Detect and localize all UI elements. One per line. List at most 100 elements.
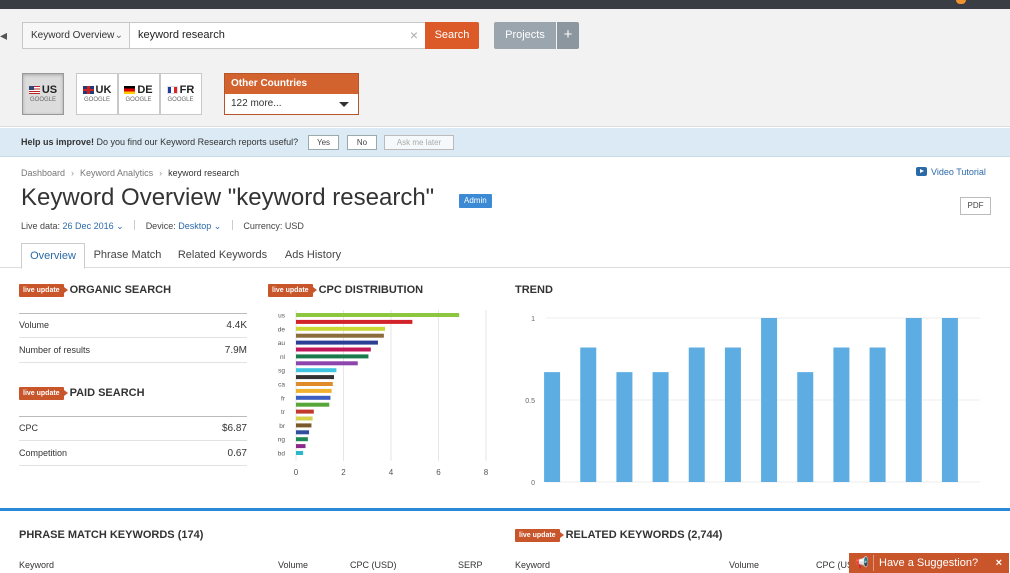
- metric-label: Competition: [19, 448, 68, 458]
- other-countries-dropdown[interactable]: Other Countries 122 more...: [224, 73, 359, 115]
- country-code: US: [41, 84, 58, 96]
- metric-label: Number of results: [19, 345, 91, 355]
- y-tick-label: nl: [280, 354, 286, 361]
- bar: [296, 375, 334, 380]
- country-code: FR: [179, 84, 195, 96]
- clear-icon[interactable]: ×: [410, 23, 418, 48]
- us-flag-icon: [28, 86, 40, 94]
- search-button[interactable]: Search: [425, 22, 479, 49]
- currency-label: Currency: USD: [243, 221, 304, 231]
- bar: [296, 423, 312, 428]
- video-tutorial-link[interactable]: Video Tutorial: [916, 167, 986, 177]
- breadcrumb-current: keyword research: [168, 168, 240, 178]
- bar: [296, 402, 330, 407]
- other-countries-value: 122 more...: [231, 98, 282, 109]
- bar: [296, 388, 332, 393]
- country-de-button[interactable]: DE GOOGLE: [118, 73, 160, 115]
- uk-flag-icon: [82, 86, 94, 94]
- search-input[interactable]: keyword research ×: [130, 22, 426, 49]
- related-column-header-cpc[interactable]: CPC (US: [816, 560, 853, 570]
- breadcrumb-keyword-analytics[interactable]: Keyword Analytics: [80, 168, 153, 178]
- metric-row-competition: Competition 0.67: [19, 441, 247, 466]
- report-tabs: Overview Phrase Match Related Keywords A…: [0, 243, 1010, 269]
- video-tutorial-label: Video Tutorial: [931, 167, 986, 177]
- trend-bar: [652, 372, 669, 482]
- tab-related-keywords[interactable]: Related Keywords: [172, 243, 273, 268]
- column-header-serp[interactable]: SERP: [458, 560, 483, 570]
- y-tick-label: ca: [278, 382, 285, 389]
- trend-bar: [869, 347, 886, 482]
- cpc-distribution-chart: 0 2 4 6 8 us de au nl sg ca fr tr br ng bd: [278, 310, 489, 477]
- column-header-keyword[interactable]: Keyword: [19, 560, 54, 570]
- bar: [296, 409, 314, 414]
- feedback-question: Do you find our Keyword Research reports…: [96, 137, 299, 147]
- trend-bar: [833, 347, 850, 482]
- chevron-right-icon: ›: [71, 168, 75, 178]
- chevron-right-icon: ›: [159, 168, 163, 178]
- related-column-header-volume[interactable]: Volume: [729, 560, 759, 570]
- y-tick-label: ng: [278, 437, 286, 444]
- feedback-yes-button[interactable]: Yes: [308, 135, 339, 150]
- country-uk-button[interactable]: UK GOOGLE: [76, 73, 118, 115]
- feedback-later-button[interactable]: Ask me later: [384, 135, 454, 150]
- meta-divider: [134, 220, 136, 230]
- report-selector-value: Keyword Overview: [31, 30, 115, 41]
- projects-button[interactable]: Projects: [494, 22, 556, 49]
- other-countries-title: Other Countries: [225, 74, 358, 94]
- column-header-volume[interactable]: Volume: [278, 560, 308, 570]
- x-tick-label: 0: [294, 468, 299, 477]
- country-engine: GOOGLE: [83, 97, 110, 103]
- live-date-selector[interactable]: 26 Dec 2016 ⌄: [63, 221, 124, 231]
- y-tick-label: 0: [531, 480, 535, 487]
- tab-ads-history[interactable]: Ads History: [278, 243, 348, 268]
- trend-bar: [761, 318, 778, 482]
- other-countries-select[interactable]: 122 more...: [225, 94, 358, 114]
- trend-bar: [688, 347, 705, 482]
- bar: [296, 395, 331, 400]
- live-update-badge: live update: [268, 284, 317, 297]
- live-update-badge: live update: [19, 387, 68, 400]
- add-project-button[interactable]: +: [557, 22, 579, 49]
- country-engine: GOOGLE: [29, 97, 56, 103]
- sidebar-toggle-icon[interactable]: ◂: [0, 22, 8, 48]
- search-query: keyword research: [138, 29, 225, 41]
- metric-row-results: Number of results 7.9M: [19, 338, 247, 363]
- organic-search-title: ORGANIC SEARCH: [69, 284, 172, 296]
- close-icon[interactable]: ×: [996, 553, 1002, 573]
- top-bar: [0, 0, 1010, 9]
- device-value: Desktop: [178, 221, 212, 231]
- country-fr-button[interactable]: FR GOOGLE: [160, 73, 202, 115]
- related-column-header-keyword[interactable]: Keyword: [515, 560, 550, 570]
- bar: [296, 368, 337, 373]
- tab-overview[interactable]: Overview: [21, 243, 85, 269]
- bar: [296, 354, 369, 359]
- device-label: Device:: [145, 221, 176, 231]
- country-engine: GOOGLE: [125, 97, 152, 103]
- trend-bar: [616, 372, 633, 482]
- play-video-icon: [916, 167, 927, 176]
- suggestion-widget[interactable]: 📢 Have a Suggestion? ×: [849, 553, 1009, 573]
- section-divider: [0, 508, 1010, 511]
- tab-phrase-match[interactable]: Phrase Match: [88, 243, 167, 268]
- trend-bar: [580, 347, 597, 482]
- feedback-no-button[interactable]: No: [347, 135, 377, 150]
- breadcrumb-dashboard[interactable]: Dashboard: [21, 168, 65, 178]
- column-header-cpc[interactable]: CPC (USD): [350, 560, 397, 570]
- feedback-bar: Help us improve! Do you find our Keyword…: [0, 128, 1010, 157]
- x-tick-label: 2: [341, 468, 346, 477]
- bar: [296, 313, 460, 317]
- live-date-value: 26 Dec 2016: [62, 221, 114, 231]
- chevron-down-icon: ⌄: [213, 221, 222, 231]
- bar: [296, 333, 384, 338]
- related-keywords-title: RELATED KEYWORDS (2,744): [565, 529, 723, 541]
- bar: [296, 382, 333, 386]
- report-selector[interactable]: Keyword Overview ⌄: [22, 22, 130, 49]
- country-us-button[interactable]: US GOOGLE: [22, 73, 64, 115]
- y-tick-label: sg: [278, 368, 285, 375]
- device-selector[interactable]: Desktop ⌄: [178, 221, 221, 231]
- country-divider: [160, 73, 161, 115]
- paid-search-title: PAID SEARCH: [69, 387, 145, 399]
- bar: [296, 444, 306, 449]
- pdf-export-button[interactable]: PDF: [960, 197, 991, 215]
- bar: [296, 437, 308, 442]
